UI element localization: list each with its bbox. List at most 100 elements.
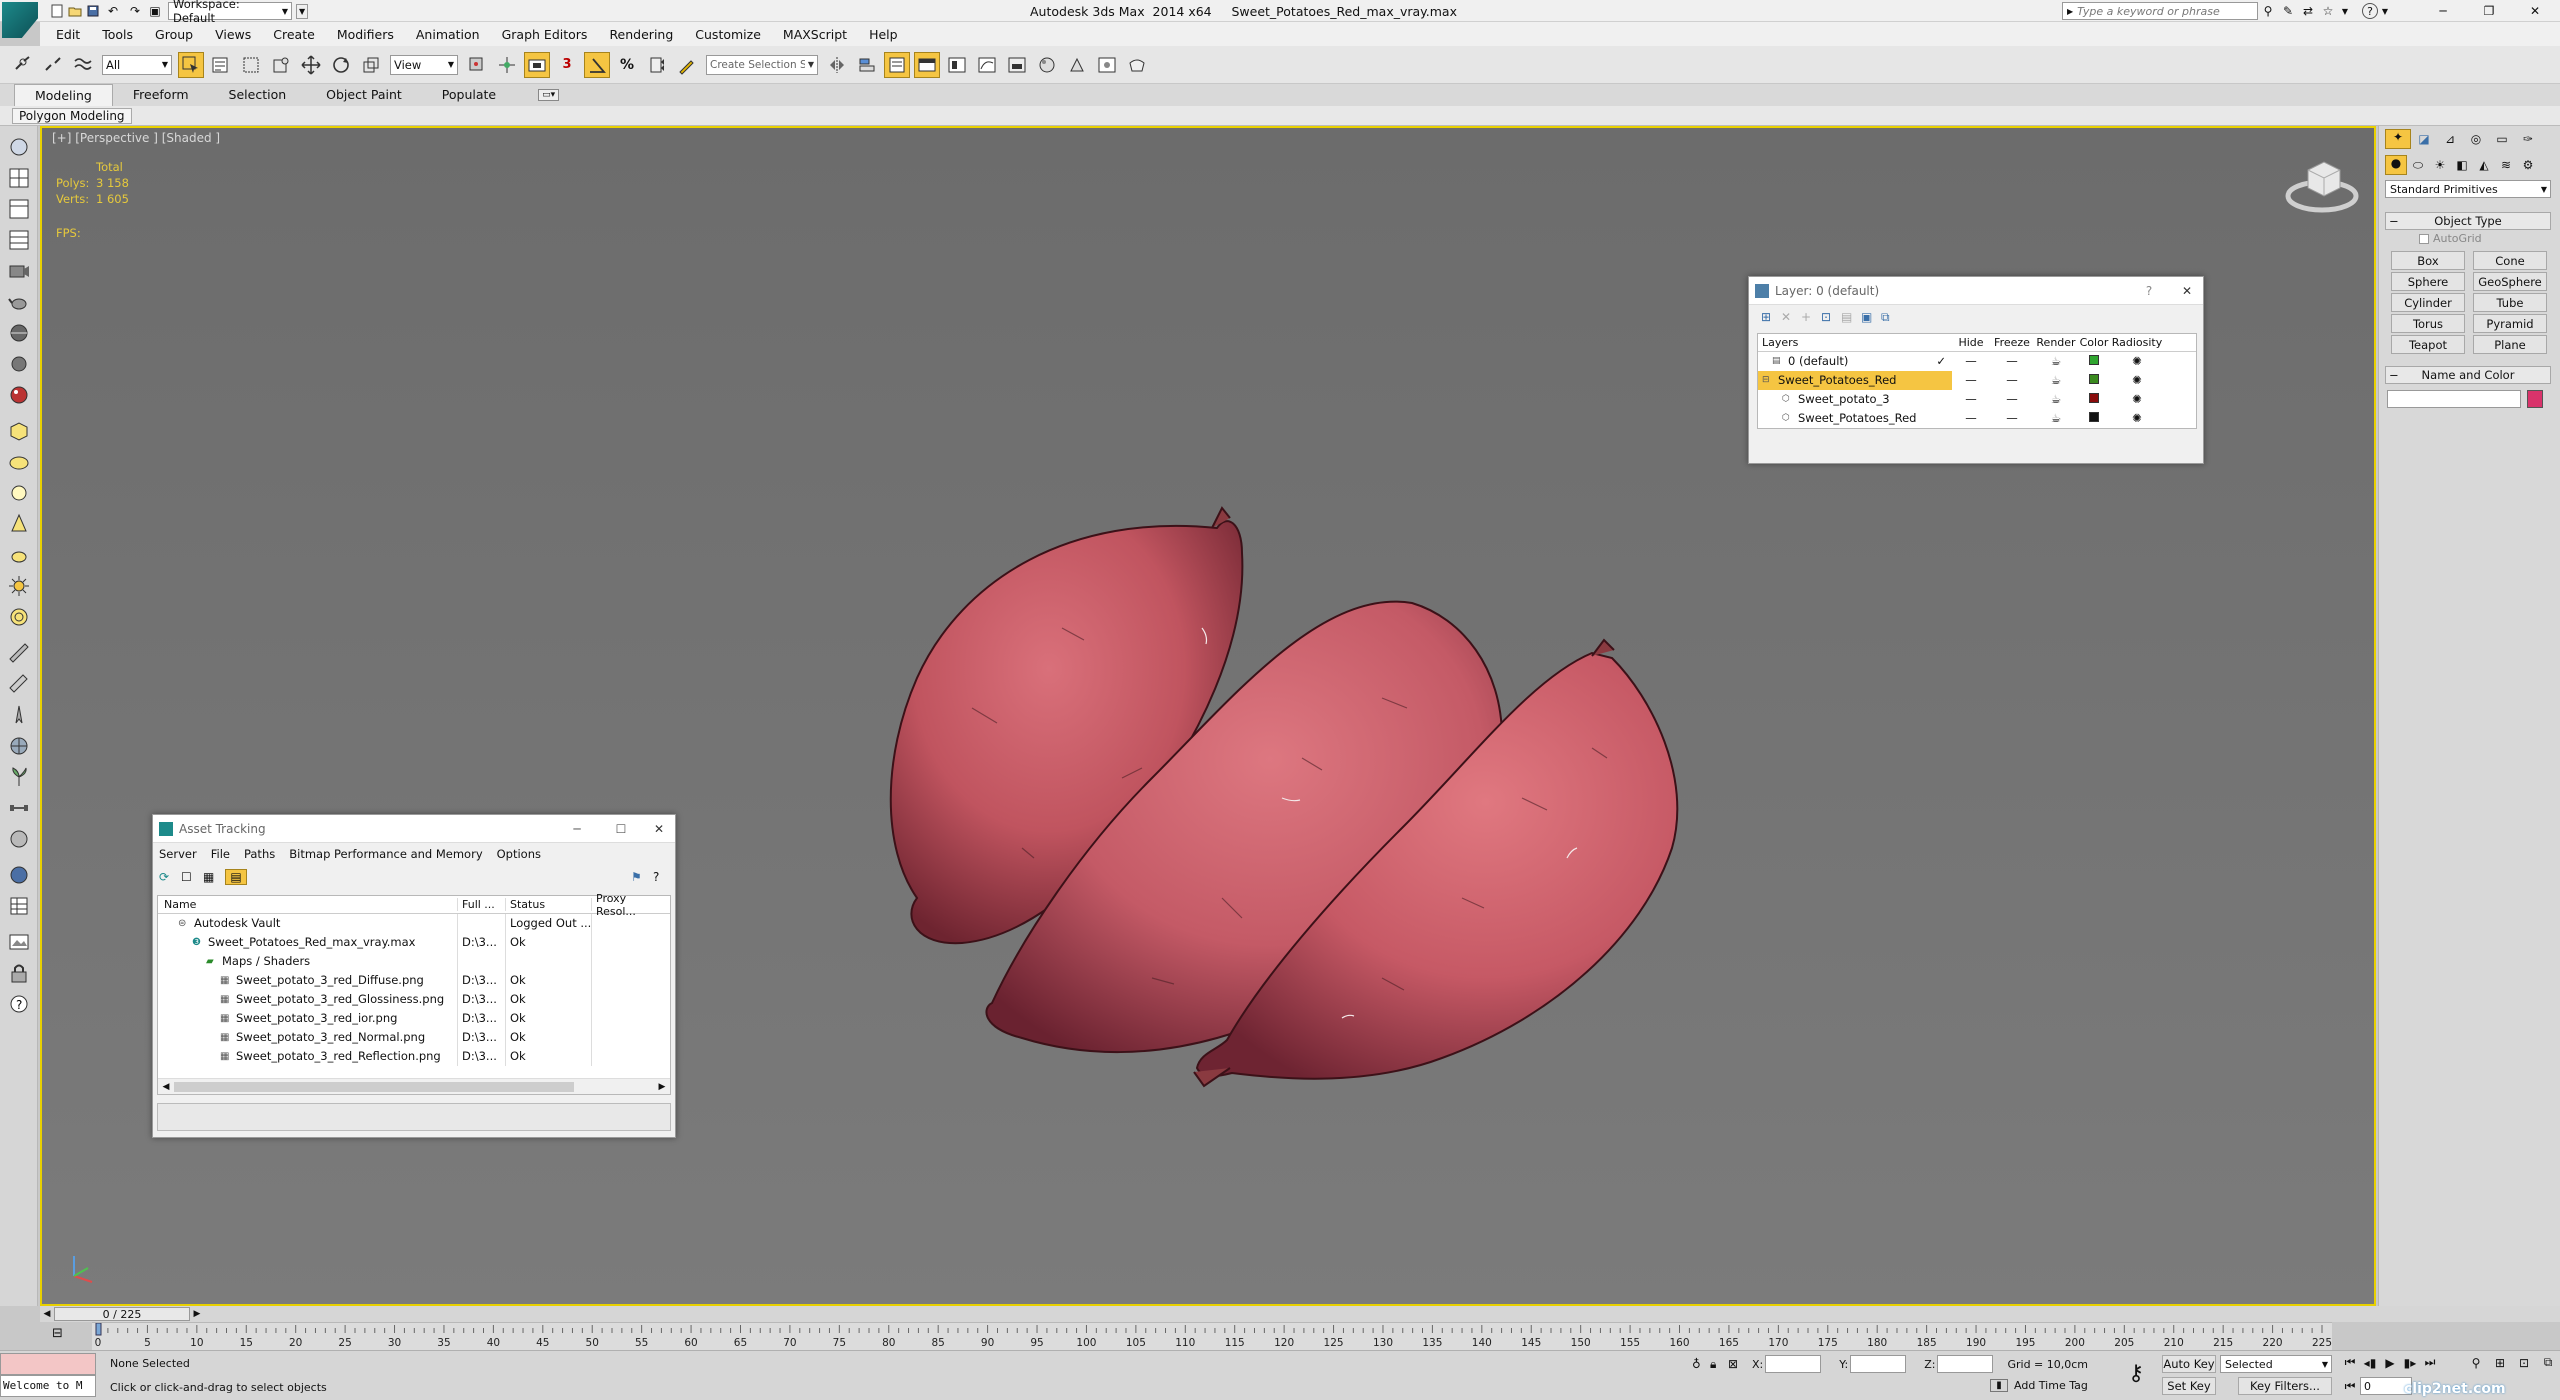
polygon-modeling-panel[interactable]: Polygon Modeling (12, 107, 132, 124)
layout-two-icon[interactable] (6, 196, 32, 222)
cone-button[interactable]: Cone (2473, 251, 2547, 270)
chevron-down-icon[interactable]: ▼ (2378, 7, 2392, 16)
zoom-extents-all-icon[interactable]: ⧉ (2536, 1355, 2560, 1370)
table-view-icon[interactable]: ▤ (225, 869, 247, 885)
cylinder-button[interactable]: Cylinder (2391, 293, 2465, 312)
asset-name-cell[interactable]: ▦ Sweet_potato_3_red_Normal.png (158, 1028, 458, 1047)
helper-icon[interactable] (6, 351, 32, 377)
teapot-icon[interactable] (6, 289, 32, 315)
column-color[interactable]: Color (2078, 336, 2110, 349)
collapse-toggle-icon[interactable]: ⊟ (1762, 371, 1774, 390)
column-layers[interactable]: Layers (1758, 336, 1952, 349)
menu-paths[interactable]: Paths (244, 847, 275, 861)
curve-editor-icon[interactable] (974, 52, 1000, 78)
shape-icon[interactable] (6, 449, 32, 475)
ribbon-options-icon[interactable]: ▭▾ (538, 89, 560, 101)
select-object-icon[interactable] (178, 51, 204, 78)
asset-row[interactable]: ⊜ Autodesk Vault Logged Out ... (158, 914, 670, 933)
z-coordinate-input[interactable] (1937, 1355, 1994, 1373)
helpers-category-icon[interactable]: ◭ (2473, 158, 2495, 172)
zoom-icon[interactable]: ⚲ (2464, 1356, 2488, 1370)
layer-row[interactable]: ⊟ Sweet_Potatoes_Red — — ☕︎ ✺ (1758, 371, 2196, 390)
cameras-category-icon[interactable]: ◧ (2451, 158, 2473, 172)
close-icon[interactable]: ✕ (643, 822, 675, 836)
view-cube[interactable] (2282, 148, 2362, 218)
favorites-star-icon[interactable]: ☆ (2318, 4, 2338, 18)
menu-tools[interactable]: Tools (102, 27, 133, 42)
chevron-down-icon[interactable]: ▼ (2338, 7, 2352, 16)
select-in-layer-icon[interactable]: ⊡ (1821, 310, 1841, 324)
add-to-layer-icon[interactable]: + (1801, 310, 1821, 324)
pivot-center-icon[interactable] (464, 52, 490, 78)
previous-frame-icon[interactable]: ◂▮ (2360, 1356, 2380, 1370)
render-toggle-icon[interactable]: ☕︎ (2034, 371, 2078, 390)
asset-name-cell[interactable]: ▦ Sweet_potato_3_red_Glossiness.png (158, 990, 458, 1009)
time-tag-icon[interactable]: ▮ (1990, 1379, 2008, 1392)
layer-color-swatch[interactable] (2078, 390, 2110, 409)
teapot-yellow-icon[interactable] (6, 542, 32, 568)
plant-icon[interactable] (6, 764, 32, 790)
render-production-icon[interactable] (1124, 52, 1150, 78)
column-status[interactable]: Status (506, 898, 592, 911)
y-coordinate-input[interactable] (1850, 1355, 1907, 1373)
help-icon[interactable]: ? (653, 870, 675, 884)
schematic-view-icon[interactable] (1004, 52, 1030, 78)
tab-object-paint[interactable]: Object Paint (306, 84, 422, 106)
align-icon[interactable] (854, 52, 880, 78)
hide-toggle[interactable]: — (1952, 371, 1990, 390)
scroll-thumb[interactable] (174, 1081, 574, 1092)
current-frame-marker[interactable] (95, 1322, 102, 1336)
freeze-toggle[interactable]: — (1990, 409, 2034, 428)
time-slider-next[interactable]: ▶ (190, 1309, 204, 1319)
snaps-toggle-icon[interactable]: 3 (554, 52, 580, 78)
orbit-icon[interactable] (6, 134, 32, 160)
plane-button[interactable]: Plane (2473, 335, 2547, 354)
menu-file[interactable]: File (211, 847, 230, 861)
unlink-selection-icon[interactable] (40, 52, 66, 78)
tab-populate[interactable]: Populate (422, 84, 516, 106)
render-setup-icon[interactable] (1064, 52, 1090, 78)
help-icon[interactable]: ? (6, 991, 32, 1017)
teapot-button[interactable]: Teapot (2391, 335, 2465, 354)
coin-icon[interactable] (6, 826, 32, 852)
highlight-layer-icon[interactable]: ▤ (1841, 310, 1861, 324)
asset-row[interactable]: ❸ Sweet_Potatoes_Red_max_vray.max D:\3... O… (158, 933, 670, 952)
key-mode-toggle-icon[interactable]: ⏮︎ (2340, 1379, 2360, 1394)
save-icon[interactable] (84, 2, 102, 20)
layer-row[interactable]: ⬡ Sweet_potato_3— — ☕︎ ✺ (1758, 390, 2196, 409)
hide-toggle[interactable]: — (1952, 409, 1990, 428)
reference-coordinate-dropdown[interactable]: View ▼ (390, 54, 458, 75)
render-toggle-icon[interactable]: ☕︎ (2034, 390, 2078, 409)
globe-icon[interactable] (6, 733, 32, 759)
select-by-name-icon[interactable] (208, 52, 234, 78)
menu-bitmap-performance[interactable]: Bitmap Performance and Memory (289, 847, 482, 861)
app-logo-icon[interactable] (2, 2, 38, 38)
shapes-category-icon[interactable]: ⬭ (2407, 158, 2429, 173)
render-toggle-icon[interactable]: ☕︎ (2034, 409, 2078, 428)
create-layer-icon[interactable]: ⊞ (1761, 310, 1781, 324)
thumbnail-view-icon[interactable]: ▦ (203, 870, 225, 884)
sweet-potatoes-model[interactable] (822, 378, 1722, 1118)
render-toggle-icon[interactable]: ☕︎ (2034, 352, 2078, 371)
viewport-layout-icon[interactable] (6, 165, 32, 191)
exchange-icon[interactable]: ⇄ (2298, 4, 2318, 18)
modify-tab-icon[interactable]: ◪ (2411, 132, 2437, 146)
scroll-left-icon[interactable]: ◀ (158, 1082, 174, 1092)
asset-row[interactable]: ▦ Sweet_potato_3_red_Reflection.png D:\3..… (158, 1047, 670, 1066)
maxscript-listener[interactable]: Welcome to M (0, 1353, 98, 1399)
asset-row[interactable]: ▰ Maps / Shaders (158, 952, 670, 971)
layout-three-icon[interactable] (6, 227, 32, 253)
current-layer-check-icon[interactable]: ✓ (1936, 352, 1946, 371)
next-frame-icon[interactable]: ▮▸ (2400, 1356, 2420, 1370)
binoculars-icon[interactable]: ⚲ (2258, 4, 2278, 18)
tape-icon[interactable] (6, 671, 32, 697)
timeline-mini-curve-icon[interactable]: ⊟ (52, 1326, 63, 1341)
selection-filter-dropdown[interactable]: All ▼ (102, 54, 172, 75)
help-button[interactable]: ? (2127, 284, 2171, 298)
material-sphere-icon[interactable] (6, 382, 32, 408)
layer-color-swatch[interactable] (2078, 352, 2110, 371)
key-filters-button[interactable]: Key Filters... (2238, 1377, 2332, 1395)
new-file-icon[interactable] (48, 2, 66, 20)
graphite-modeling-tools-icon[interactable] (944, 52, 970, 78)
camera-icon[interactable] (6, 258, 32, 284)
